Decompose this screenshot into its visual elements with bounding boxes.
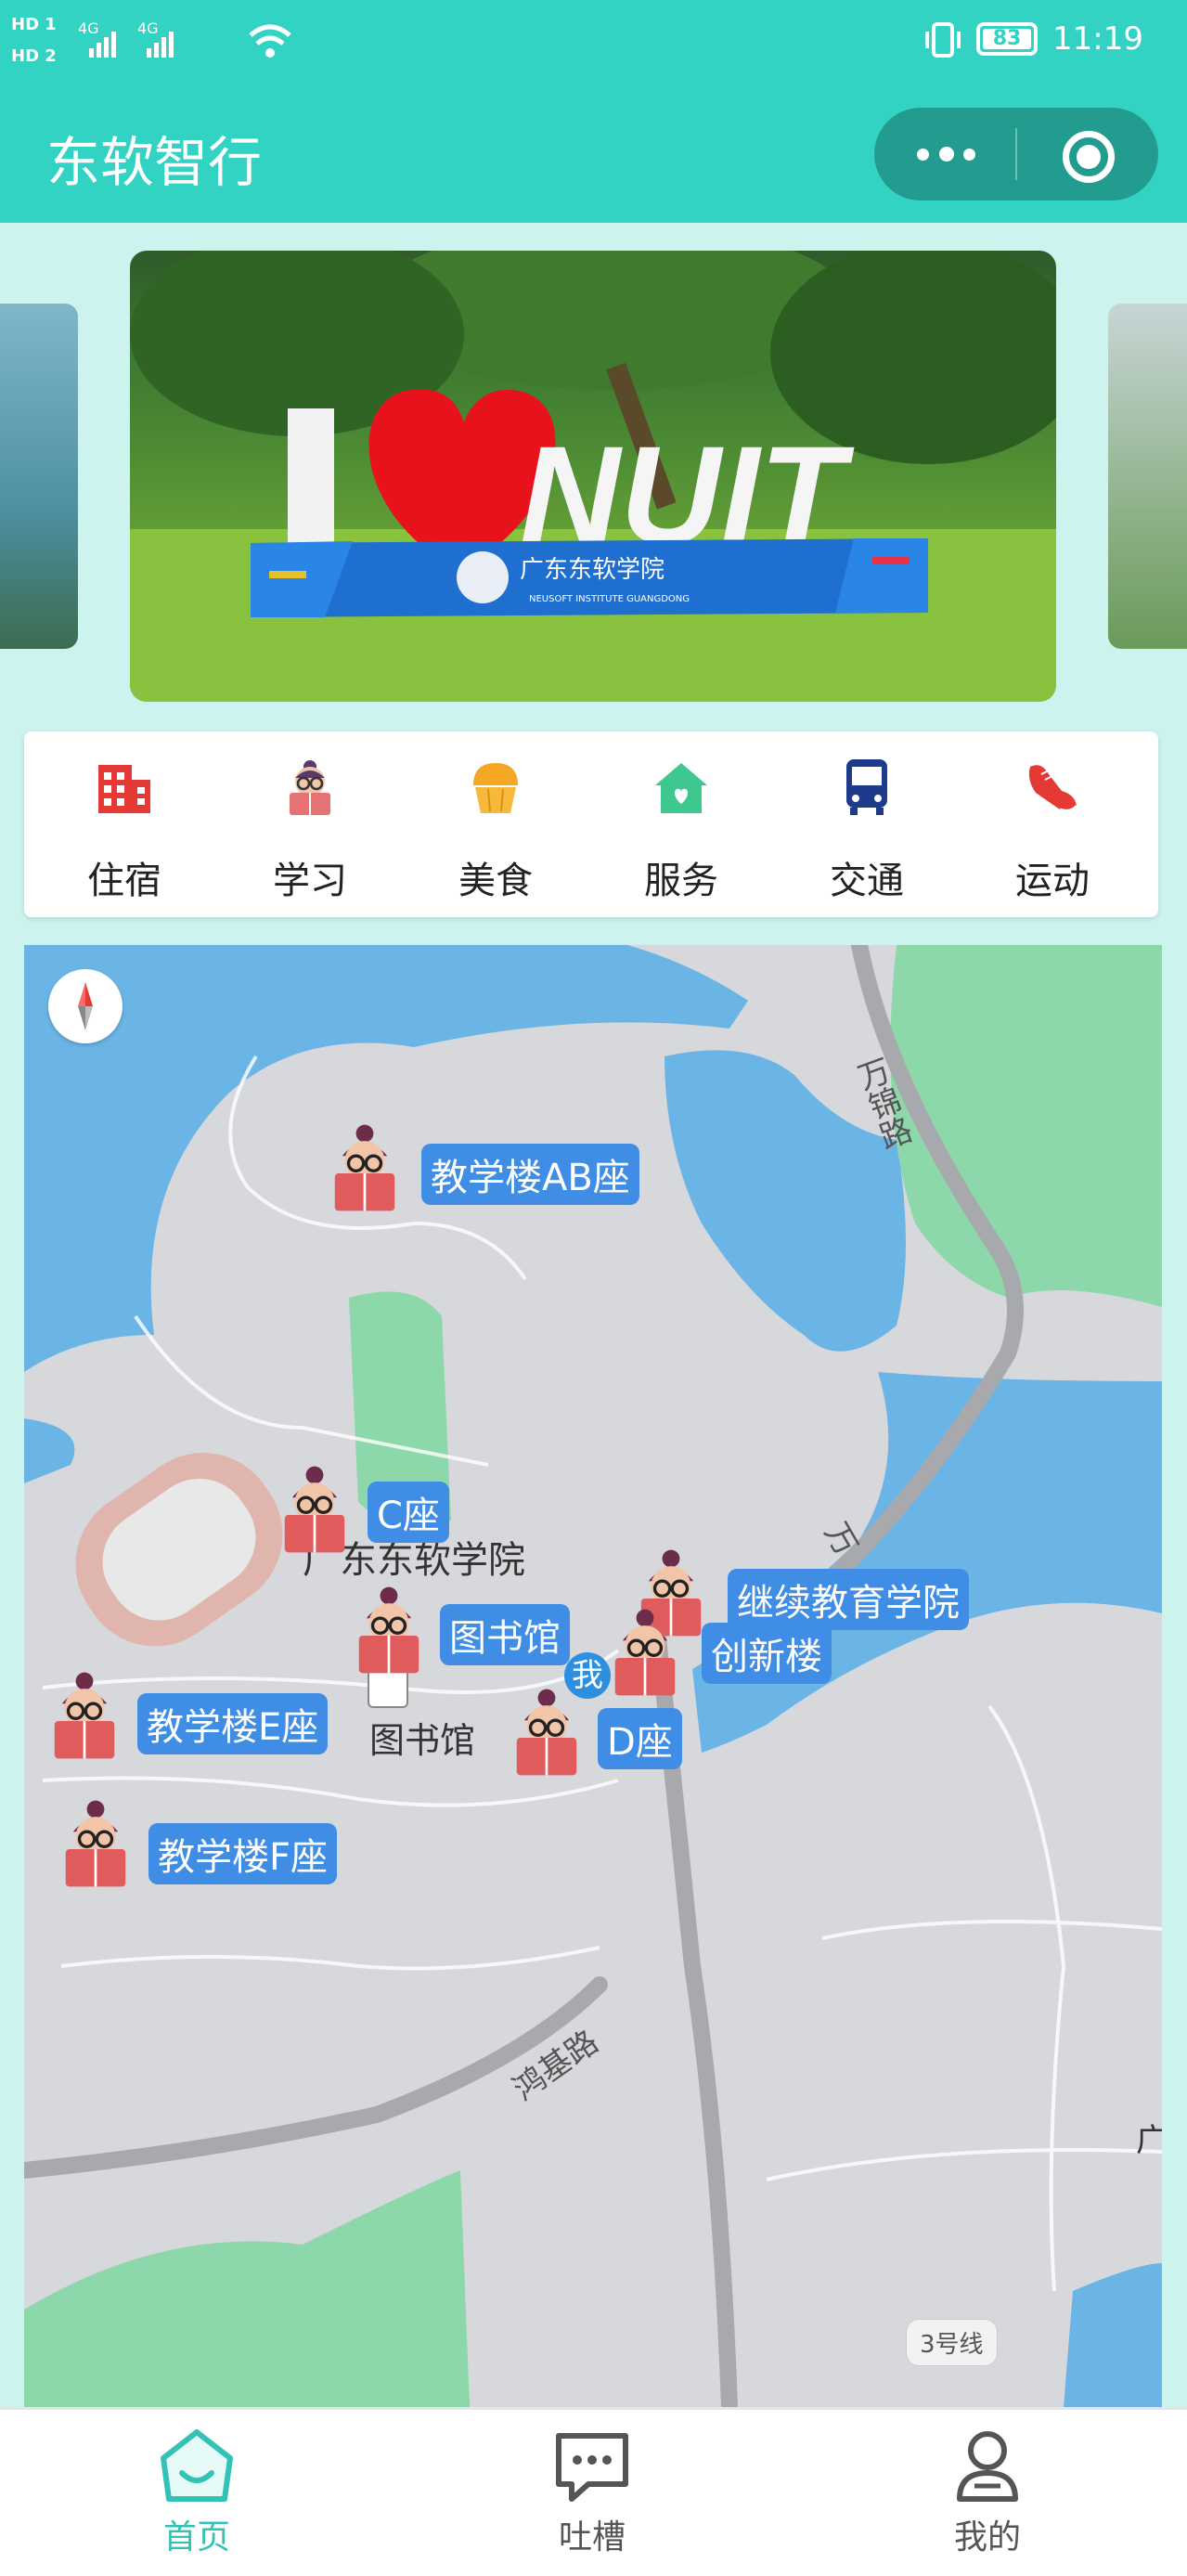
battery-icon: 83	[976, 22, 1038, 56]
building-marker-icon[interactable]	[605, 1608, 685, 1704]
bottom-tab-bar: 首页 吐槽 我的	[0, 2408, 1187, 2576]
category-bar: 住宿 学习 美食 服务 交通 运动	[24, 731, 1158, 917]
svg-text:广东东软学院: 广东东软学院	[520, 556, 664, 584]
category-label: 交通	[830, 860, 904, 902]
svg-text:4G: 4G	[137, 19, 159, 37]
tab-home[interactable]: 首页	[85, 2410, 308, 2576]
marker-label-d[interactable]: D座	[598, 1708, 682, 1769]
category-service[interactable]: 服务	[588, 731, 774, 917]
marker-label-ab[interactable]: 教学楼AB座	[421, 1144, 639, 1205]
battery-level: 83	[983, 29, 1031, 49]
app-header: HD 1 HD 2 4G 4G 83 11:19 东软智行	[0, 0, 1187, 223]
tab-profile[interactable]: 我的	[876, 2410, 1099, 2576]
category-lodging[interactable]: 住宿	[32, 731, 217, 917]
building-icon	[98, 765, 150, 813]
category-food[interactable]: 美食	[403, 731, 588, 917]
building-marker-icon[interactable]	[275, 1465, 355, 1561]
marker-label-continuing-ed[interactable]: 继续教育学院	[728, 1569, 969, 1630]
banner-prev-slide[interactable]	[0, 304, 78, 649]
chat-bubble-icon	[556, 2433, 628, 2502]
marker-label-library[interactable]: 图书馆	[440, 1604, 570, 1665]
campus-map[interactable]: 万锦路 万 鸿基路 广 3号线 广东东软学院 图书馆 我 教学楼AB座 C座 图…	[24, 945, 1162, 2407]
reading-student-icon	[290, 760, 330, 815]
wifi-icon	[249, 24, 291, 58]
banner-next-slide[interactable]	[1108, 304, 1187, 649]
cupcake-icon	[473, 763, 518, 813]
category-label: 运动	[1015, 860, 1090, 902]
user-icon	[957, 2431, 1018, 2502]
sneaker-icon	[1028, 765, 1078, 812]
banner-image: NUIT 广东东软学院 NEUSOFT INSTITUTE GUANGDONG	[130, 251, 1056, 702]
building-marker-icon[interactable]	[507, 1688, 587, 1784]
category-label: 学习	[273, 860, 347, 902]
tab-label: 吐槽	[558, 2518, 626, 2557]
marker-label-innovation[interactable]: 创新楼	[702, 1623, 832, 1684]
status-time: 11:19	[1052, 20, 1143, 58]
category-label: 服务	[644, 860, 718, 902]
home-bag-icon	[161, 2429, 233, 2502]
marker-label-c[interactable]: C座	[368, 1482, 449, 1543]
page-title: 东软智行	[46, 131, 263, 194]
mini-program-capsule	[874, 108, 1158, 201]
hd2-indicator: HD 2	[11, 46, 57, 66]
building-marker-icon[interactable]	[325, 1123, 405, 1220]
close-button[interactable]	[1017, 108, 1158, 201]
map-edge-label: 广	[1136, 2122, 1162, 2159]
marker-label-e[interactable]: 教学楼E座	[137, 1693, 329, 1754]
signal-icon: 4G 4G	[78, 19, 174, 58]
category-sports[interactable]: 运动	[960, 731, 1145, 917]
hd1-indicator: HD 1	[11, 15, 57, 34]
tab-complaints[interactable]: 吐槽	[481, 2410, 703, 2576]
marker-label-f[interactable]: 教学楼F座	[148, 1823, 338, 1884]
svg-text:NEUSOFT INSTITUTE GUANGDONG: NEUSOFT INSTITUTE GUANGDONG	[529, 594, 690, 604]
category-label: 住宿	[87, 860, 161, 902]
home-heart-icon	[655, 763, 707, 813]
compass-button[interactable]	[48, 969, 123, 1043]
compass-icon	[78, 982, 93, 1030]
tab-label: 首页	[162, 2518, 230, 2557]
building-marker-icon[interactable]	[45, 1671, 124, 1767]
tab-label: 我的	[953, 2518, 1021, 2557]
category-study[interactable]: 学习	[217, 731, 403, 917]
metro-line-label: 3号线	[906, 2319, 998, 2366]
vibrate-icon	[925, 22, 961, 58]
category-label: 美食	[458, 860, 533, 902]
building-marker-icon[interactable]	[56, 1799, 135, 1896]
library-poi-label: 图书馆	[369, 1720, 476, 1761]
more-button[interactable]	[874, 108, 1015, 201]
svg-text:4G: 4G	[78, 19, 99, 37]
banner-slide[interactable]: NUIT 广东东软学院 NEUSOFT INSTITUTE GUANGDONG …	[130, 251, 1056, 702]
bus-icon	[846, 759, 887, 815]
category-traffic[interactable]: 交通	[774, 731, 960, 917]
building-marker-icon[interactable]	[349, 1586, 429, 1682]
